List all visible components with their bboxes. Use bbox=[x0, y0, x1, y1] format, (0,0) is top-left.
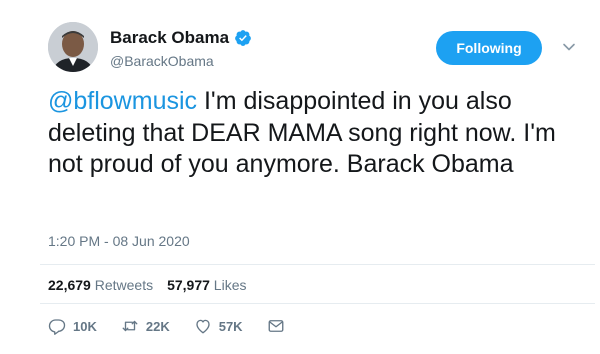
like-button[interactable]: 57K bbox=[194, 317, 243, 335]
tweet-actions: 10K 22K 57K bbox=[48, 317, 309, 335]
retweets-stat[interactable]: 22,679 Retweets bbox=[48, 277, 153, 293]
retweets-count: 22,679 bbox=[48, 277, 91, 293]
retweets-label: Retweets bbox=[94, 277, 154, 293]
tweet-timestamp[interactable]: 1:20 PM - 08 Jun 2020 bbox=[48, 233, 190, 249]
chevron-down-icon[interactable] bbox=[562, 40, 576, 54]
tweet-text: @bflowmusic I'm disappointed in you also… bbox=[48, 86, 588, 181]
author-handle[interactable]: @BarackObama bbox=[110, 53, 214, 69]
reply-button[interactable]: 10K bbox=[48, 317, 97, 335]
engagement-stats: 22,679 Retweets 57,977 Likes bbox=[48, 277, 246, 293]
likes-stat[interactable]: 57,977 Likes bbox=[167, 277, 246, 293]
avatar-portrait bbox=[48, 22, 98, 72]
divider bbox=[40, 264, 595, 265]
likes-count: 57,977 bbox=[167, 277, 210, 293]
mention-link[interactable]: @bflowmusic bbox=[48, 87, 197, 115]
direct-message-button[interactable] bbox=[267, 317, 285, 335]
reply-count: 10K bbox=[73, 318, 97, 334]
retweet-icon bbox=[122, 320, 138, 332]
avatar[interactable] bbox=[48, 22, 98, 72]
heart-icon bbox=[196, 319, 210, 334]
divider bbox=[40, 303, 595, 304]
reply-icon bbox=[48, 319, 66, 335]
envelope-icon bbox=[268, 320, 284, 332]
retweet-button[interactable]: 22K bbox=[121, 317, 170, 335]
verified-badge-icon bbox=[234, 29, 252, 47]
likes-label: Likes bbox=[213, 277, 247, 293]
author-name-row[interactable]: Barack Obama bbox=[110, 28, 252, 48]
author-name[interactable]: Barack Obama bbox=[110, 28, 229, 48]
following-button[interactable]: Following bbox=[436, 31, 542, 65]
like-count: 57K bbox=[218, 318, 243, 334]
retweet-count: 22K bbox=[145, 318, 170, 334]
